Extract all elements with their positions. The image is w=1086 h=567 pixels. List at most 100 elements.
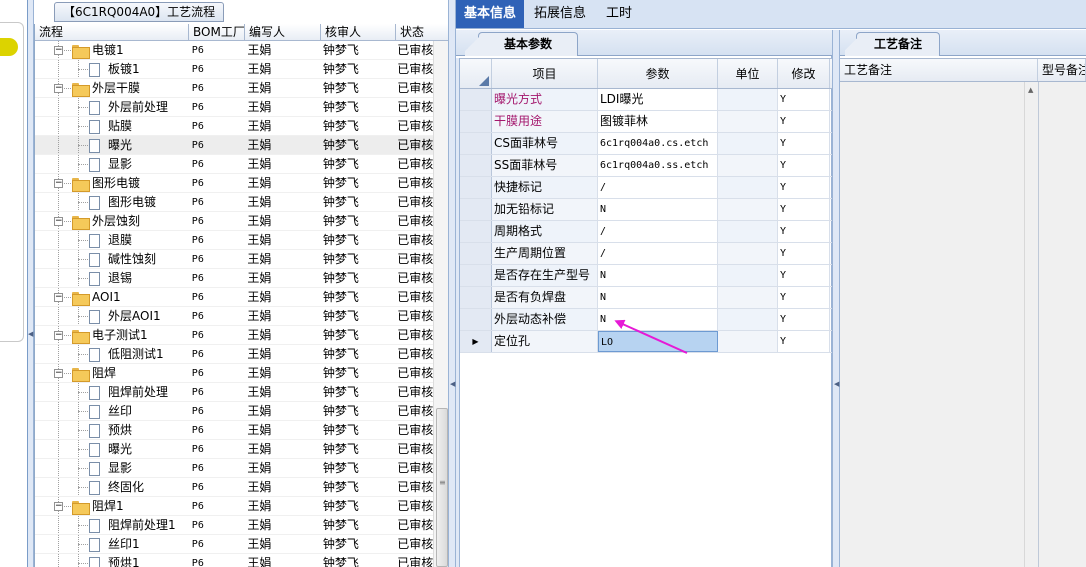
param-modify-cell[interactable]: Y	[778, 199, 830, 220]
param-row[interactable]: 是否存在生产型号 N Y	[460, 265, 832, 287]
param-value-cell[interactable]: 图镀菲林	[598, 111, 718, 132]
param-modify-cell[interactable]: Y	[778, 265, 830, 286]
param-row[interactable]: 快捷标记 / Y	[460, 177, 832, 199]
tree-row[interactable]: 预烘 P6 王娟 钟梦飞 已审核	[35, 421, 433, 440]
tree-row[interactable]: 图形电镀 P6 王娟 钟梦飞 已审核	[35, 193, 433, 212]
tree-row[interactable]: 阻焊前处理 P6 王娟 钟梦飞 已审核	[35, 383, 433, 402]
tree-node-cell[interactable]: 阻焊前处理1	[35, 516, 188, 534]
tree-row[interactable]: 曝光 P6 王娟 钟梦飞 已审核	[35, 136, 433, 155]
tree-row[interactable]: 碱性蚀刻 P6 王娟 钟梦飞 已审核	[35, 250, 433, 269]
param-modify-cell[interactable]: Y	[778, 331, 830, 352]
param-unit-cell[interactable]	[718, 133, 778, 154]
tree-row[interactable]: 退锡 P6 王娟 钟梦飞 已审核	[35, 269, 433, 288]
param-value-cell[interactable]: 6c1rq004a0.cs.etch	[598, 133, 718, 154]
tree-row[interactable]: 低阻测试1 P6 王娟 钟梦飞 已审核	[35, 345, 433, 364]
tree-node-cell[interactable]: 丝印1	[35, 535, 188, 553]
param-row[interactable]: 周期格式 / Y	[460, 221, 832, 243]
tree-row[interactable]: − 电子测试1 P6 王娟 钟梦飞 已审核	[35, 326, 433, 345]
param-value-cell[interactable]: N	[598, 287, 718, 308]
tree-node-cell[interactable]: − 外层蚀刻	[35, 212, 188, 230]
param-modify-cell[interactable]: Y	[778, 155, 830, 176]
model-remarks-textarea[interactable]	[1038, 82, 1086, 567]
tree-node-cell[interactable]: 丝印	[35, 402, 188, 420]
tree-column-header[interactable]: 状态	[396, 24, 449, 41]
tree-node-cell[interactable]: − AOI1	[35, 288, 188, 306]
grid-column-header[interactable]: 单位	[718, 59, 778, 88]
remarks-column-header[interactable]: 型号备注	[1038, 59, 1086, 81]
tab-process-remarks[interactable]: 工艺备注	[845, 32, 940, 56]
param-value-cell[interactable]: 6c1rq004a0.ss.etch	[598, 155, 718, 176]
tree-node-cell[interactable]: 显影	[35, 155, 188, 173]
tree-node-cell[interactable]: − 图形电镀	[35, 174, 188, 192]
param-unit-cell[interactable]	[718, 89, 778, 110]
tree-node-cell[interactable]: 低阻测试1	[35, 345, 188, 363]
param-unit-cell[interactable]	[718, 243, 778, 264]
param-value-cell[interactable]: N	[598, 309, 718, 330]
param-unit-cell[interactable]	[718, 199, 778, 220]
grid-column-header[interactable]: 修改	[778, 59, 830, 88]
tab-basic-info[interactable]: 基本信息	[456, 0, 525, 28]
param-row[interactable]: 加无铅标记 N Y	[460, 199, 832, 221]
tab-extended-info[interactable]: 拓展信息	[524, 0, 596, 28]
tree-expander-icon[interactable]: −	[54, 179, 63, 188]
grid-column-header[interactable]: 项目	[492, 59, 598, 88]
flow-title-tab[interactable]: 【6C1RQ004A0】工艺流程	[54, 2, 225, 22]
tree-row[interactable]: − 电镀1 P6 王娟 钟梦飞 已审核	[35, 41, 433, 60]
remarks-vertical-scrollbar[interactable]: ▲	[1024, 82, 1038, 567]
param-modify-cell[interactable]: Y	[778, 243, 830, 264]
param-row[interactable]: 干膜用途 图镀菲林 Y	[460, 111, 832, 133]
tree-expander-icon[interactable]: −	[54, 217, 63, 226]
param-row[interactable]: 是否有负焊盘 N Y	[460, 287, 832, 309]
grid-column-header[interactable]: 参数	[598, 59, 718, 88]
param-value-cell[interactable]: LDI曝光	[598, 89, 718, 110]
param-unit-cell[interactable]	[718, 265, 778, 286]
tree-expander-icon[interactable]: −	[54, 369, 63, 378]
tree-row[interactable]: 显影 P6 王娟 钟梦飞 已审核	[35, 459, 433, 478]
tree-row[interactable]: − 外层蚀刻 P6 王娟 钟梦飞 已审核	[35, 212, 433, 231]
remarks-column-header[interactable]: 工艺备注	[840, 59, 1038, 81]
tree-node-cell[interactable]: − 阻焊1	[35, 497, 188, 515]
tree-row[interactable]: 板镀1 P6 王娟 钟梦飞 已审核	[35, 60, 433, 79]
param-modify-cell[interactable]: Y	[778, 287, 830, 308]
param-unit-cell[interactable]	[718, 177, 778, 198]
tree-expander-icon[interactable]: −	[54, 46, 63, 55]
tree-row[interactable]: 丝印1 P6 王娟 钟梦飞 已审核	[35, 535, 433, 554]
tree-row[interactable]: 阻焊前处理1 P6 王娟 钟梦飞 已审核	[35, 516, 433, 535]
tree-scroll-thumb[interactable]: ≡	[436, 408, 448, 567]
param-unit-cell[interactable]	[718, 331, 778, 352]
grid-corner[interactable]	[460, 59, 492, 88]
tree-row[interactable]: 终固化 P6 王娟 钟梦飞 已审核	[35, 478, 433, 497]
param-modify-cell[interactable]: Y	[778, 221, 830, 242]
tree-expander-icon[interactable]: −	[54, 502, 63, 511]
tree-node-cell[interactable]: 终固化	[35, 478, 188, 496]
param-value-cell[interactable]: /	[598, 221, 718, 242]
param-unit-cell[interactable]	[718, 309, 778, 330]
param-unit-cell[interactable]	[718, 155, 778, 176]
tree-node-cell[interactable]: 碱性蚀刻	[35, 250, 188, 268]
tree-expander-icon[interactable]: −	[54, 293, 63, 302]
param-value-cell[interactable]: /	[598, 177, 718, 198]
tree-node-cell[interactable]: − 电子测试1	[35, 326, 188, 344]
tree-vertical-scrollbar[interactable]: ≡	[433, 41, 449, 567]
tree-node-cell[interactable]: − 阻焊	[35, 364, 188, 382]
tree-node-cell[interactable]: 退膜	[35, 231, 188, 249]
param-unit-cell[interactable]	[718, 287, 778, 308]
tab-work-hours[interactable]: 工时	[596, 0, 642, 28]
tree-node-cell[interactable]: 显影	[35, 459, 188, 477]
tree-row[interactable]: − 外层干膜 P6 王娟 钟梦飞 已审核	[35, 79, 433, 98]
tree-row[interactable]: 预烘1 P6 王娟 钟梦飞 已审核	[35, 554, 433, 567]
param-value-cell[interactable]: N	[598, 265, 718, 286]
scroll-up-icon[interactable]: ▲	[1028, 86, 1033, 94]
param-row[interactable]: CS面菲林号 6c1rq004a0.cs.etch Y	[460, 133, 832, 155]
param-value-cell[interactable]: /	[598, 243, 718, 264]
tree-node-cell[interactable]: 预烘1	[35, 554, 188, 567]
tree-node-cell[interactable]: 外层前处理	[35, 98, 188, 116]
tree-row[interactable]: 显影 P6 王娟 钟梦飞 已审核	[35, 155, 433, 174]
tab-basic-params[interactable]: 基本参数	[465, 32, 578, 56]
param-value-cell[interactable]: LO	[598, 331, 718, 352]
tree-node-cell[interactable]: 贴膜	[35, 117, 188, 135]
tree-row[interactable]: − 阻焊1 P6 王娟 钟梦飞 已审核	[35, 497, 433, 516]
main-splitter[interactable]: ◀	[448, 0, 456, 567]
tree-node-cell[interactable]: 图形电镀	[35, 193, 188, 211]
tree-node-cell[interactable]: 外层AOI1	[35, 307, 188, 325]
